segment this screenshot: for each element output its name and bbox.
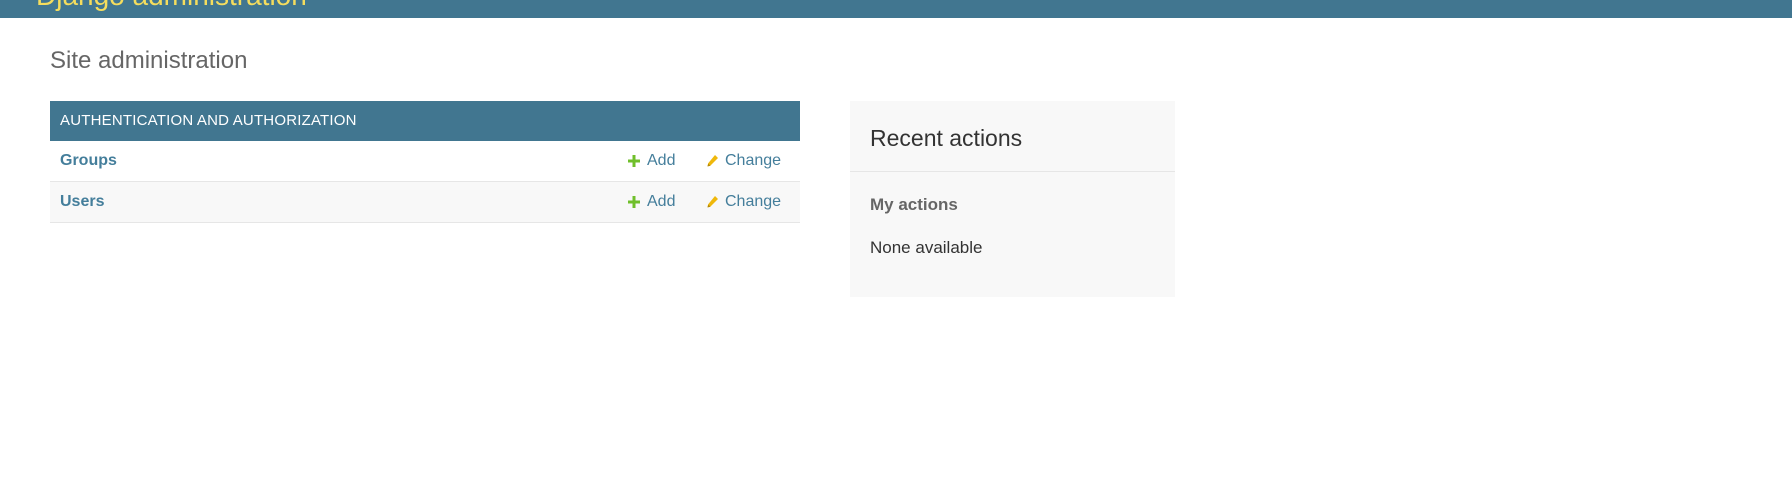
- pencil-icon: [707, 155, 718, 167]
- users-change-label: Change: [725, 193, 782, 210]
- plus-icon: [628, 155, 640, 167]
- groups-add-link[interactable]: Add: [627, 152, 675, 170]
- recent-actions-panel: Recent actions My actions None available: [850, 101, 1175, 297]
- site-brand-link[interactable]: Django administration: [36, 0, 307, 10]
- recent-actions-title: Recent actions: [870, 125, 1023, 151]
- users-add-link[interactable]: Add: [627, 193, 675, 211]
- groups-change-link[interactable]: Change: [705, 152, 781, 170]
- divider: [850, 171, 1175, 172]
- plus-icon: [628, 196, 640, 208]
- model-row-users: Users Add Change: [50, 182, 800, 223]
- users-change-link[interactable]: Change: [705, 193, 781, 211]
- no-actions-text: None available: [870, 238, 983, 257]
- page-title: Site administration: [50, 47, 248, 74]
- model-link-groups[interactable]: Groups: [60, 152, 117, 170]
- users-add-label: Add: [647, 193, 676, 210]
- my-actions-heading: My actions: [870, 195, 958, 214]
- model-row-groups: Groups Add Change: [50, 141, 800, 182]
- model-link-users[interactable]: Users: [60, 193, 104, 211]
- header-bar: Django administration: [0, 0, 1792, 18]
- groups-add-label: Add: [647, 152, 676, 169]
- module-caption[interactable]: AUTHENTICATION AND AUTHORIZATION: [50, 101, 800, 141]
- app-module-auth: AUTHENTICATION AND AUTHORIZATION Groups …: [50, 101, 800, 223]
- pencil-icon: [707, 196, 718, 208]
- groups-change-label: Change: [725, 152, 782, 169]
